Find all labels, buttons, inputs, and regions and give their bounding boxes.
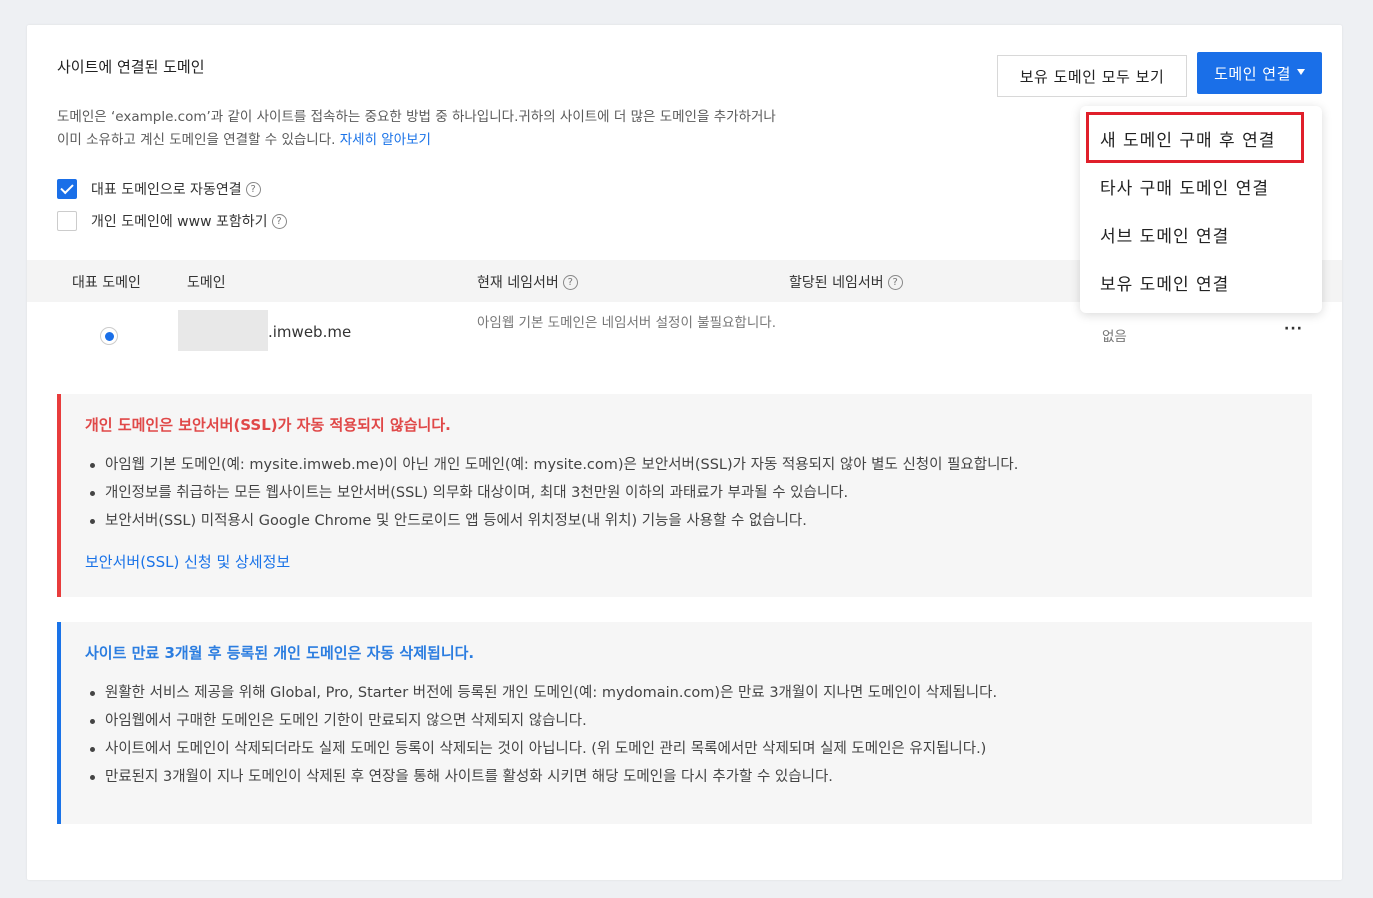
list-item: 보안서버(SSL) 미적용시 Google Chrome 및 안드로이드 앱 등… [85,507,1292,535]
help-icon[interactable]: ? [562,274,578,290]
connect-domain-label: 도메인 연결 [1214,64,1291,83]
learn-more-link[interactable]: 자세히 알아보기 [340,132,431,148]
auto-primary-label: 대표 도메인으로 자동연결 [91,182,242,198]
expire-notice: 사이트 만료 3개월 후 등록된 개인 도메인은 자동 삭제됩니다. 원활한 서… [57,622,1312,824]
connect-domain-dropdown: 새 도메인 구매 후 연결 타사 구매 도메인 연결 서브 도메인 연결 보유 … [1080,106,1322,313]
primary-domain-radio[interactable] [100,327,118,345]
menu-item-external-domain[interactable]: 타사 구매 도메인 연결 [1100,174,1269,199]
section-description: 도메인은 ‘example.com’과 같이 사이트를 접속하는 중요한 방법 … [57,106,777,152]
domain-suffix: .imweb.me [268,323,352,341]
include-www-label: 개인 도메인에 www 포함하기 [91,214,268,230]
include-www-checkbox[interactable] [57,211,77,231]
list-item: 사이트에서 도메인이 삭제되더라도 실제 도메인 등록이 삭제되는 것이 아닙니… [85,735,1292,763]
menu-item-subdomain[interactable]: 서브 도메인 연결 [1100,222,1229,247]
header-assigned-nameserver: 할당된 네임서버 ? [789,272,903,292]
ssl-notice: 개인 도메인은 보안서버(SSL)가 자동 적용되지 않습니다. 아임웹 기본 … [57,394,1312,597]
list-item: 아임웹에서 구매한 도메인은 도메인 기한이 만료되지 않으면 삭제되지 않습니… [85,707,1292,735]
redacted-subdomain [178,310,268,351]
menu-item-owned-domain[interactable]: 보유 도메인 연결 [1100,270,1229,295]
header-current-nameserver: 현재 네임서버 ? [477,272,578,292]
ssl-notice-list: 아임웹 기본 도메인(예: mysite.imweb.me)이 아닌 개인 도메… [85,451,1292,535]
help-icon[interactable]: ? [887,274,903,290]
header-primary-domain: 대표 도메인 [72,275,141,291]
expire-notice-list: 원활한 서비스 제공을 위해 Global, Pro, Starter 버전에 … [85,679,1292,791]
include-www-option[interactable]: 개인 도메인에 www 포함하기 ? [57,211,287,231]
connect-domain-button[interactable]: 도메인 연결 [1197,52,1322,94]
view-all-domains-button[interactable]: 보유 도메인 모두 보기 [997,55,1187,97]
help-icon[interactable]: ? [245,181,261,197]
more-options-icon[interactable]: ··· [1284,321,1303,337]
section-title: 사이트에 연결된 도메인 [57,58,205,76]
ssl-notice-title: 개인 도메인은 보안서버(SSL)가 자동 적용되지 않습니다. [85,416,451,434]
header-domain: 도메인 [187,275,226,291]
list-item: 원활한 서비스 제공을 위해 Global, Pro, Starter 버전에 … [85,679,1292,707]
list-item: 아임웹 기본 도메인(예: mysite.imweb.me)이 아닌 개인 도메… [85,451,1292,479]
nameserver-note: 아임웹 기본 도메인은 네임서버 설정이 불필요합니다. [477,315,776,331]
header-current-nameserver-label: 현재 네임서버 [477,275,559,291]
auto-primary-option[interactable]: 대표 도메인으로 자동연결 ? [57,179,261,199]
header-assigned-nameserver-label: 할당된 네임서버 [789,275,884,291]
auto-primary-checkbox[interactable] [57,179,77,199]
expire-notice-title: 사이트 만료 3개월 후 등록된 개인 도메인은 자동 삭제됩니다. [85,644,475,662]
ssl-info-link[interactable]: 보안서버(SSL) 신청 및 상세정보 [85,551,1292,572]
status-text: 없음 [1102,329,1127,345]
help-icon[interactable]: ? [271,213,287,229]
list-item: 만료된지 3개월이 지나 도메인이 삭제된 후 연장을 통해 사이트를 활성화 … [85,763,1292,791]
menu-item-buy-new-domain[interactable]: 새 도메인 구매 후 연결 [1100,126,1275,151]
list-item: 개인정보를 취급하는 모든 웹사이트는 보안서버(SSL) 의무화 대상이며, … [85,479,1292,507]
caret-down-icon [1296,69,1305,75]
